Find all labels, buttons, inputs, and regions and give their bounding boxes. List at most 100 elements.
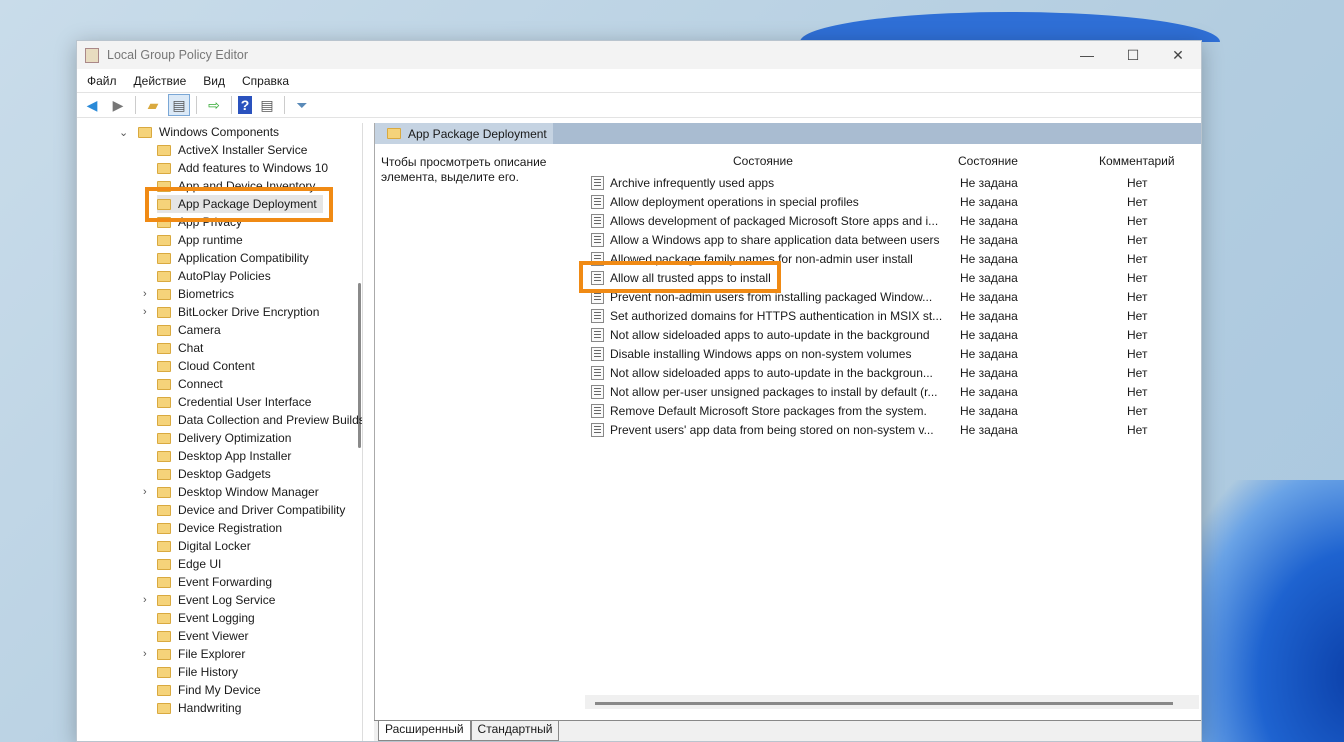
chevron-right-icon[interactable]: ›	[143, 594, 147, 606]
up-folder-icon[interactable]: ▰	[142, 94, 164, 116]
policy-state: Не задана	[960, 327, 1018, 342]
filter-icon[interactable]: ⏷	[291, 94, 313, 116]
tree-item[interactable]: Device and Driver Compatibility	[157, 501, 345, 519]
tree-item[interactable]: Desktop Gadgets	[157, 465, 271, 483]
menu-action[interactable]: Действие	[134, 74, 187, 88]
policy-state: Не задана	[960, 422, 1018, 437]
policy-row[interactable]: Not allow per-user unsigned packages to …	[591, 382, 1191, 401]
policy-state: Не задана	[960, 365, 1018, 380]
menu-view[interactable]: Вид	[203, 74, 225, 88]
policy-comment: Нет	[1127, 403, 1148, 418]
policy-setting-icon	[591, 213, 604, 228]
tree-item[interactable]: › Event Log Service	[143, 591, 275, 609]
policy-name: Prevent users' app data from being store…	[610, 422, 934, 437]
tree-item[interactable]: Credential User Interface	[157, 393, 311, 411]
properties-pane-icon[interactable]: ▤	[256, 94, 278, 116]
back-icon[interactable]: ◀	[81, 94, 103, 116]
policy-setting-icon	[591, 365, 604, 380]
menu-file[interactable]: Файл	[87, 74, 117, 88]
policy-comment: Нет	[1127, 232, 1148, 247]
policy-setting-icon	[591, 422, 604, 437]
policy-row[interactable]: Allows development of packaged Microsoft…	[591, 211, 1191, 230]
tab-extended[interactable]: Расширенный	[378, 721, 471, 741]
chevron-right-icon[interactable]: ›	[143, 306, 147, 318]
policy-state: Не задана	[960, 403, 1018, 418]
close-button[interactable]: ✕	[1155, 41, 1201, 69]
tree-item[interactable]: Event Logging	[157, 609, 255, 627]
tree-item[interactable]: Camera	[157, 321, 221, 339]
chevron-right-icon[interactable]: ›	[143, 486, 147, 498]
tree-item[interactable]: › Desktop Window Manager	[143, 483, 319, 501]
tree-item-label: Find My Device	[178, 683, 261, 697]
folder-icon	[157, 630, 171, 642]
tree-item[interactable]: App runtime	[157, 231, 243, 249]
tree-item[interactable]: Data Collection and Preview Builds	[157, 411, 362, 429]
folder-icon	[157, 576, 171, 588]
tree-item[interactable]: › Biometrics	[143, 285, 234, 303]
tree-item[interactable]: Application Compatibility	[157, 249, 309, 267]
tree-item[interactable]: Event Viewer	[157, 627, 248, 645]
chevron-right-icon[interactable]: ›	[143, 648, 147, 660]
tree-item[interactable]: Cloud Content	[157, 357, 255, 375]
maximize-button[interactable]: ☐	[1110, 41, 1156, 69]
tree-item-label: Digital Locker	[178, 539, 251, 553]
tree-item-windows-components[interactable]: ⌄ Windows Components	[119, 123, 279, 141]
folder-icon	[157, 144, 171, 156]
tree-item[interactable]: Edge UI	[157, 555, 221, 573]
policy-row[interactable]: Not allow sideloaded apps to auto-update…	[591, 325, 1191, 344]
folder-icon	[157, 360, 171, 372]
tree-item[interactable]: Event Forwarding	[157, 573, 272, 591]
tree-item[interactable]: › BitLocker Drive Encryption	[143, 303, 319, 321]
tree-item[interactable]: AutoPlay Policies	[157, 267, 271, 285]
policy-state: Не задана	[960, 194, 1018, 209]
tree-item[interactable]: Digital Locker	[157, 537, 251, 555]
folder-icon	[157, 342, 171, 354]
policy-row[interactable]: Not allow sideloaded apps to auto-update…	[591, 363, 1191, 382]
tree-item-label: ActiveX Installer Service	[178, 143, 308, 157]
column-header-state[interactable]: Состояние	[958, 154, 1018, 168]
folder-icon	[157, 270, 171, 282]
tree-item[interactable]: Device Registration	[157, 519, 282, 537]
tree-item[interactable]: Delivery Optimization	[157, 429, 291, 447]
minimize-button[interactable]: —	[1064, 41, 1110, 69]
tree-item[interactable]: File History	[157, 663, 238, 681]
tree-item[interactable]: ActiveX Installer Service	[157, 141, 307, 159]
folder-icon	[157, 522, 171, 534]
export-list-icon[interactable]: ⇨	[203, 94, 225, 116]
policy-comment: Нет	[1127, 346, 1148, 361]
tree-item[interactable]: Add features to Windows 10	[157, 159, 328, 177]
tree-item-label: Cloud Content	[178, 359, 255, 373]
policy-state: Не задана	[960, 346, 1018, 361]
policy-comment: Нет	[1127, 308, 1148, 323]
menu-help[interactable]: Справка	[242, 74, 289, 88]
tree-item[interactable]: Chat	[157, 339, 203, 357]
tree-item-label: App runtime	[178, 233, 243, 247]
help-icon[interactable]: ?	[238, 96, 252, 114]
policy-row[interactable]: Archive infrequently used apps Не задана Н…	[591, 173, 1191, 192]
policy-row[interactable]: Allow deployment operations in special p…	[591, 192, 1191, 211]
chevron-right-icon[interactable]: ›	[143, 288, 147, 300]
tree-item[interactable]: Connect	[157, 375, 223, 393]
policy-row[interactable]: Disable installing Windows apps on non-s…	[591, 344, 1191, 363]
menu-bar: Файл Действие Вид Справка	[77, 69, 1201, 92]
tree-item[interactable]: Handwriting	[157, 699, 241, 717]
policy-row[interactable]: Prevent users' app data from being store…	[591, 420, 1191, 439]
tree-item[interactable]: › File Explorer	[143, 645, 245, 663]
horizontal-scrollbar[interactable]	[585, 695, 1199, 709]
policy-row[interactable]: Remove Default Microsoft Store packages …	[591, 401, 1191, 420]
policy-comment: Нет	[1127, 365, 1148, 380]
show-hide-tree-icon[interactable]: ▤	[168, 94, 190, 116]
policy-setting-icon	[591, 194, 604, 209]
tab-standard[interactable]: Стандартный	[470, 721, 560, 741]
column-header-comment[interactable]: Комментарий	[1099, 154, 1175, 168]
title-bar[interactable]: Local Group Policy Editor — ☐ ✕	[77, 41, 1201, 69]
forward-icon[interactable]: ▶	[107, 94, 129, 116]
tree-item[interactable]: Desktop App Installer	[157, 447, 291, 465]
chevron-down-icon[interactable]: ⌄	[119, 126, 128, 139]
tree-item-label: Event Viewer	[178, 629, 249, 643]
column-header-setting[interactable]: Состояние	[733, 154, 793, 168]
policy-row[interactable]: Allow a Windows app to share application…	[591, 230, 1191, 249]
tree-item[interactable]: Find My Device	[157, 681, 261, 699]
policy-row[interactable]: Set authorized domains for HTTPS authent…	[591, 306, 1191, 325]
separator	[196, 96, 197, 114]
